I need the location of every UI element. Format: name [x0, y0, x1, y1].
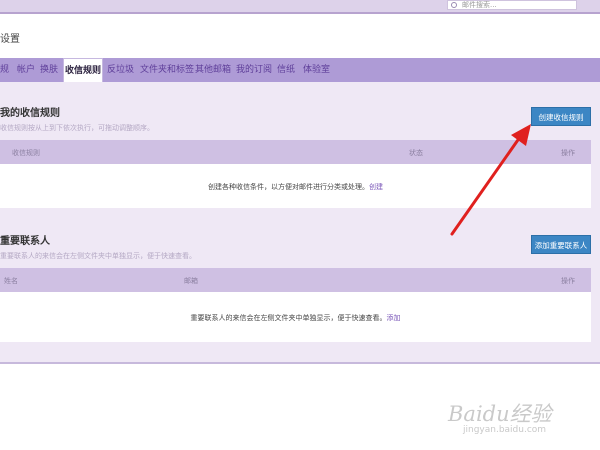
tab-lab[interactable]: 体验室 [303, 58, 330, 82]
contacts-table-header: 姓名 邮箱 操作 [0, 268, 591, 292]
mail-search-input[interactable]: 邮件搜索... [447, 0, 577, 10]
tab-skin[interactable]: 换肤 [40, 58, 58, 82]
rules-table-body: 创建各种收信条件，以方便对邮件进行分类或处理。创建 [0, 164, 591, 208]
rules-table-header: 收信规则 状态 操作 [0, 140, 591, 164]
settings-tab-bar: 规 帐户 换肤 收信规则 反垃圾 文件夹和标签 其他邮箱 我的订阅 信纸 体验室 [0, 58, 600, 82]
contacts-section-description: 重要联系人的来信会在左侧文件夹中单独显示，便于快速查看。 [0, 252, 196, 260]
tab-antispam[interactable]: 反垃圾 [107, 58, 134, 82]
page-title: 设置 [0, 34, 20, 45]
watermark-logo: Baidu经验 [448, 402, 552, 426]
tab-other-mailboxes[interactable]: 其他邮箱 [195, 58, 231, 82]
settings-panel: 我的收信规则 收信规则按从上到下依次执行，可拖动调整顺序。 创建收信规则 收信规… [0, 82, 600, 364]
contacts-table-body: 重要联系人的来信会在左侧文件夹中单独显示，便于快速查看。添加 [0, 292, 591, 342]
rules-col-status: 状态 [409, 149, 423, 157]
search-icon[interactable] [451, 2, 457, 8]
search-placeholder: 邮件搜索... [462, 1, 497, 9]
top-bar: 邮件搜索... [0, 0, 600, 14]
contacts-section-title: 重要联系人 [0, 236, 50, 247]
rules-section-description: 收信规则按从上到下依次执行，可拖动调整顺序。 [0, 124, 154, 132]
tab-account[interactable]: 帐户 [17, 58, 35, 82]
contacts-empty-message: 重要联系人的来信会在左侧文件夹中单独显示，便于快速查看。添加 [190, 314, 401, 322]
rules-section-title: 我的收信规则 [0, 108, 60, 119]
rules-col-name: 收信规则 [12, 149, 40, 157]
tab-folders-labels[interactable]: 文件夹和标签 [140, 58, 194, 82]
watermark-url: jingyan.baidu.com [463, 425, 547, 435]
tab-general[interactable]: 规 [0, 58, 9, 82]
contacts-col-action: 操作 [561, 277, 575, 285]
tab-my-subscriptions[interactable]: 我的订阅 [236, 58, 272, 82]
add-contact-button[interactable]: 添加重要联系人 [531, 235, 591, 254]
tab-stationery[interactable]: 信纸 [277, 58, 295, 82]
create-rule-button[interactable]: 创建收信规则 [531, 107, 591, 126]
rules-col-action: 操作 [561, 149, 575, 157]
create-rule-link[interactable]: 创建 [369, 183, 383, 191]
add-contact-link[interactable]: 添加 [387, 314, 401, 322]
contacts-col-name: 姓名 [4, 277, 18, 285]
rules-empty-message: 创建各种收信条件，以方便对邮件进行分类或处理。创建 [208, 183, 383, 191]
contacts-col-email: 邮箱 [184, 277, 198, 285]
tab-receive-rules[interactable]: 收信规则 [63, 58, 103, 82]
